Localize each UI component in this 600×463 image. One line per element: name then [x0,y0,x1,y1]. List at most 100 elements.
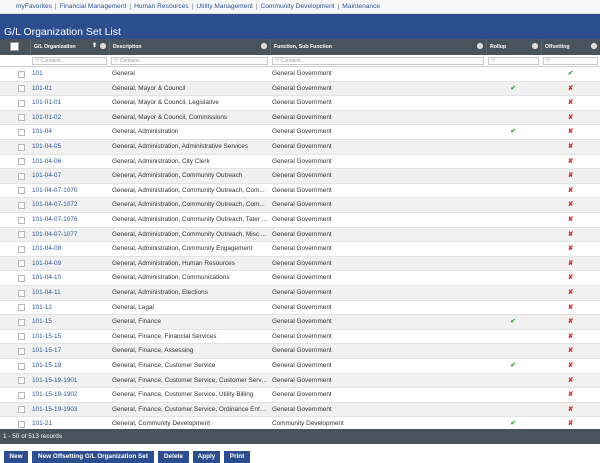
row-checkbox[interactable] [18,114,25,122]
organization-link[interactable]: 101 [32,67,108,82]
row-checkbox[interactable] [18,216,25,224]
row-checkbox[interactable] [18,201,25,209]
row-checkbox[interactable] [18,362,25,370]
row-checkbox[interactable] [18,318,25,326]
row-checkbox[interactable] [18,304,25,312]
row-checkbox[interactable] [18,158,25,166]
column-header-organization[interactable]: G/L Organization ⬆ [30,39,109,55]
row-checkbox[interactable] [18,85,25,93]
organization-link[interactable]: 101-15-17 [32,344,108,359]
table-row[interactable]: 101-04 General, Administration General Gov… [0,125,600,140]
organization-link[interactable]: 101-04-06 [32,155,108,170]
filter-input-organization[interactable]: ▽ Contains... [32,57,107,65]
filter-input-description[interactable]: ▽ Contains... [111,57,268,65]
table-row[interactable]: 101-04-07-1076 General, Administration, C… [0,213,600,228]
row-checkbox[interactable] [18,143,25,151]
nav-link-human-resources[interactable]: Human Resources [134,3,189,10]
organization-link[interactable]: 101-04-07-1070 [32,184,108,199]
table-row[interactable]: 101-12 General, Legal General Government ✘ [0,301,600,316]
gear-icon[interactable] [591,43,597,49]
row-checkbox[interactable] [18,70,25,78]
gear-icon[interactable] [261,43,267,49]
table-row[interactable]: 101-15 General, Finance General Government… [0,315,600,330]
row-checkbox[interactable] [18,245,25,253]
gear-icon[interactable] [100,43,106,49]
row-checkbox[interactable] [18,260,25,268]
table-row[interactable]: 101-04-10 General, Administration, Commun… [0,271,600,286]
row-checkbox[interactable] [18,231,25,239]
table-row[interactable]: 101 General General Government ✔ [0,67,600,82]
column-header-offsetting[interactable]: Offsetting [541,39,600,55]
table-row[interactable]: 101-01-02 General, Mayor & Council, Commi… [0,110,600,126]
table-row[interactable]: 101-15-17 General, Finance, Assessing Gene… [0,344,600,359]
organization-link[interactable]: 101-15 [32,315,108,330]
row-checkbox[interactable] [18,347,25,355]
nav-link-community-development[interactable]: Community Development [261,3,335,10]
organization-link[interactable]: 101-15-19 [32,359,108,374]
organization-link[interactable]: 101-15-19-1902 [32,388,108,403]
nav-link-financial-management[interactable]: Financial Management [60,3,127,10]
organization-link[interactable]: 101-04-09 [32,257,108,272]
organization-link[interactable]: 101-04-08 [32,242,108,257]
organization-link[interactable]: 101-15-19-1903 [32,403,108,418]
table-row[interactable]: 101-04-11 General, Administration, Electi… [0,286,600,301]
organization-link[interactable]: 101-04-11 [32,286,108,301]
column-header-description[interactable]: Description [109,39,270,55]
organization-link[interactable]: 101-01 [32,82,108,97]
organization-link[interactable]: 101-15-15 [32,330,108,345]
table-row[interactable]: 101-15-19-1903 General, Finance, Customer… [0,402,600,418]
table-row[interactable]: 101-04-07 General, Administration, Commun… [0,169,600,184]
table-row[interactable]: 101-15-19-1902 General, Finance, Customer… [0,388,600,403]
sort-arrow-icon[interactable]: ⬆ [92,42,97,49]
select-all-checkbox[interactable] [10,42,19,51]
organization-link[interactable]: 101-04-10 [32,271,108,286]
row-checkbox[interactable] [18,289,25,297]
gear-icon[interactable] [532,43,538,49]
filter-select-offsetting[interactable]: ▽ [543,57,598,65]
print-button[interactable]: Print [224,451,250,463]
organization-link[interactable]: 101-15-19-1901 [32,374,108,389]
gear-icon[interactable] [477,43,483,49]
row-checkbox[interactable] [18,377,25,385]
table-row[interactable]: 101-04-07-1077 General, Administration, C… [0,227,600,243]
new-button[interactable]: New [4,451,28,463]
row-checkbox[interactable] [18,128,25,136]
organization-link[interactable]: 101-12 [32,301,108,316]
filter-select-rollup[interactable]: ▽ [488,57,539,65]
row-checkbox[interactable] [18,406,25,414]
row-checkbox[interactable] [18,172,25,180]
row-checkbox[interactable] [18,274,25,282]
filter-input-function[interactable]: ▽ Contains... [272,57,484,65]
table-row[interactable]: 101-04-07-1070 General, Administration, C… [0,184,600,199]
organization-link[interactable]: 101-04-07-1076 [32,213,108,228]
organization-link[interactable]: 101-04-07 [32,169,108,184]
row-checkbox[interactable] [18,333,25,341]
organization-link[interactable]: 101-01-01 [32,96,108,111]
table-row[interactable]: 101-04-07-1072 General, Administration, C… [0,198,600,213]
row-checkbox[interactable] [18,187,25,195]
table-row[interactable]: 101-01 General, Mayor & Council General Go… [0,81,600,97]
table-row[interactable]: 101-04-09 General, Administration, Human … [0,256,600,272]
table-row[interactable]: 101-15-19 General, Finance, Customer Serv… [0,359,600,374]
nav-link-myfavorites[interactable]: myFavorites [16,3,52,10]
delete-button[interactable]: Delete [158,451,189,463]
organization-link[interactable]: 101-04-05 [32,140,108,155]
table-row[interactable]: 101-01-01 General, Mayor & Council, Legis… [0,96,600,111]
apply-button[interactable]: Apply [193,451,220,463]
table-row[interactable]: 101-04-06 General, Administration, City C… [0,155,600,170]
column-header-function[interactable]: Function, Sub Function [270,39,486,55]
table-row[interactable]: 101-15-19-1901 General, Finance, Customer… [0,373,600,389]
table-row[interactable]: 101-15-15 General, Finance, Financial Ser… [0,330,600,345]
table-row[interactable]: 101-04-08 General, Administration, Commun… [0,242,600,257]
row-checkbox[interactable] [18,99,25,107]
row-checkbox[interactable] [18,420,25,428]
organization-link[interactable]: 101-04-07-1072 [32,198,108,213]
organization-link[interactable]: 101-04 [32,125,108,140]
organization-link[interactable]: 101-01-02 [32,111,108,126]
nav-link-maintenance[interactable]: Maintenance [342,3,380,10]
organization-link[interactable]: 101-04-07-1077 [32,228,108,243]
table-row[interactable]: 101-04-05 General, Administration, Admini… [0,140,600,155]
row-checkbox[interactable] [18,391,25,399]
column-header-rollup[interactable]: Rollup [486,39,541,55]
nav-link-utility-management[interactable]: Utility Management [196,3,252,10]
